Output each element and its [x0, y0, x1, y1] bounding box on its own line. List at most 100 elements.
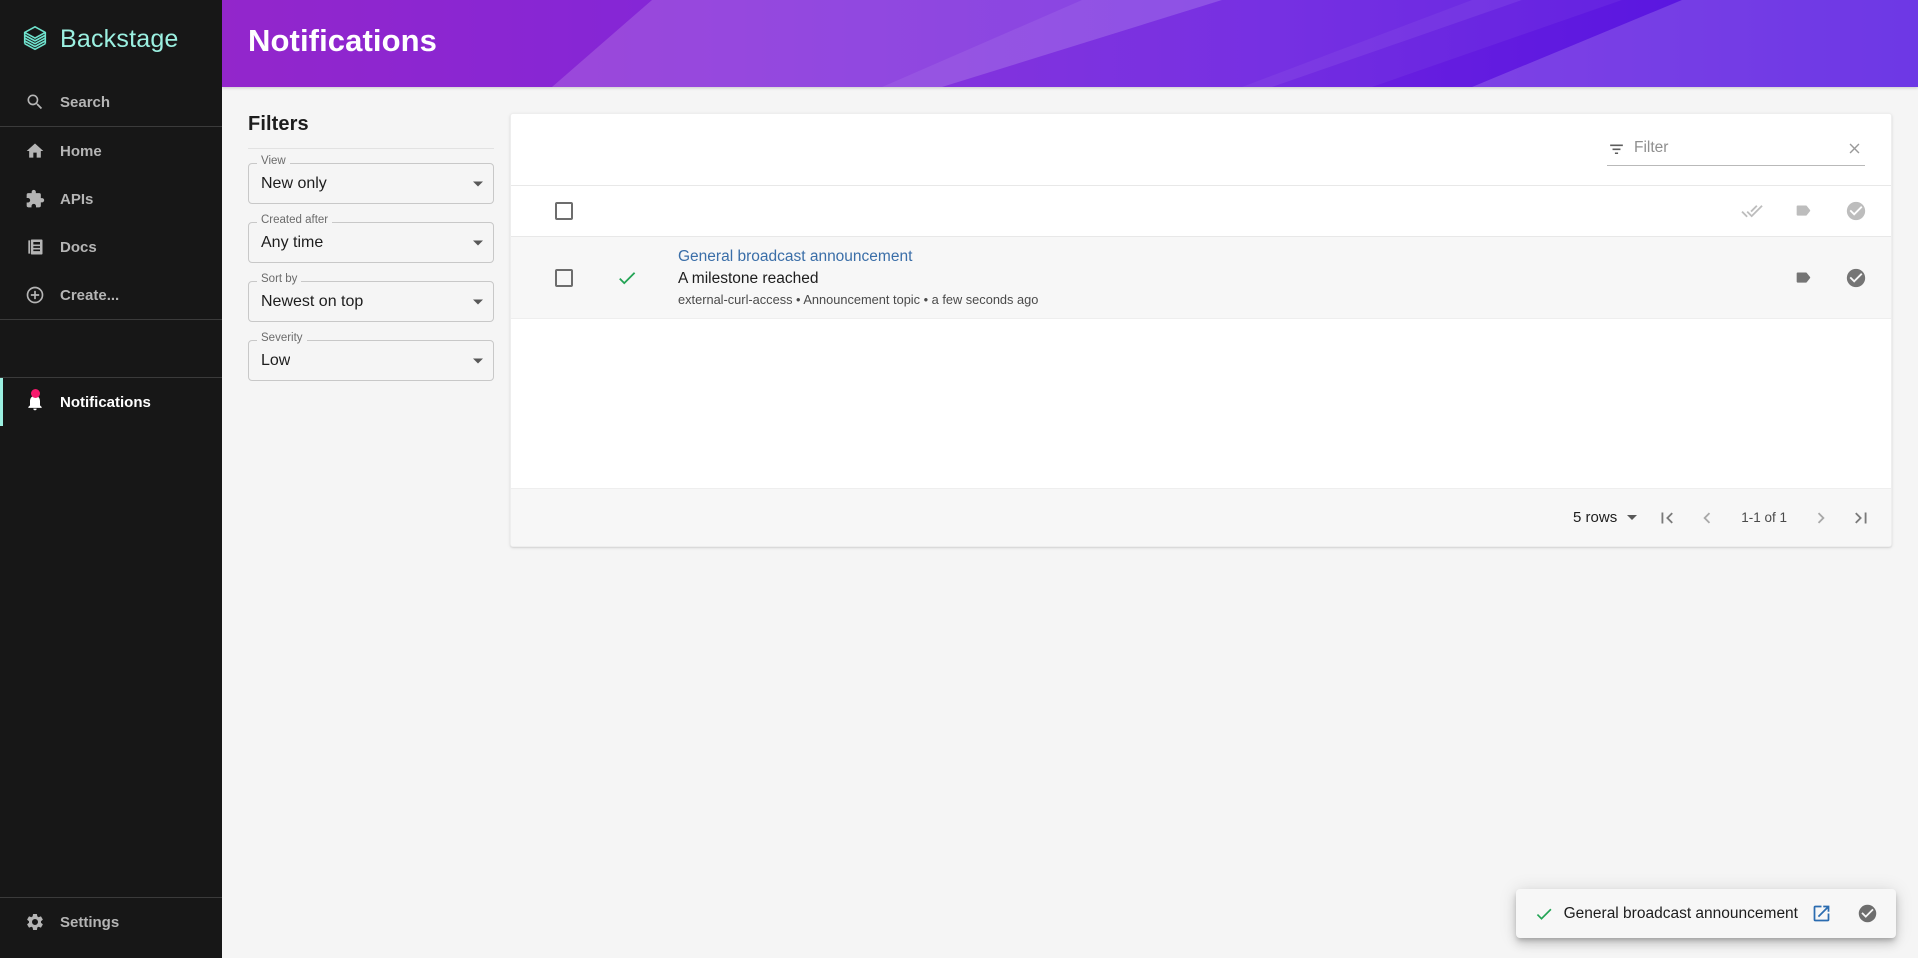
- toast-message: General broadcast announcement: [1563, 904, 1798, 922]
- content-body: Filters View New only Created after Any …: [222, 87, 1918, 958]
- next-page-button[interactable]: [1801, 498, 1841, 538]
- main-area: Notifications Filters View New only Crea…: [222, 0, 1918, 958]
- gear-icon: [24, 911, 46, 933]
- sidebar-item-label-apis: APIs: [60, 190, 94, 208]
- open-in-new-icon: [1813, 905, 1829, 922]
- brand[interactable]: Backstage: [0, 0, 222, 78]
- previous-page-button[interactable]: [1687, 498, 1727, 538]
- chevron-down-icon: [1627, 515, 1638, 520]
- filter-sort-by-select[interactable]: Newest on top: [248, 281, 494, 322]
- check-circle-icon: [1846, 268, 1866, 287]
- sidebar-item-apis[interactable]: APIs: [0, 175, 222, 223]
- sidebar-item-label-notifications: Notifications: [60, 393, 151, 411]
- last-page-button[interactable]: [1841, 498, 1881, 538]
- check-icon: [1536, 908, 1552, 920]
- notification-toast: General broadcast announcement: [1515, 889, 1896, 938]
- filters-divider: [248, 148, 494, 149]
- sidebar-item-label-docs: Docs: [60, 238, 97, 256]
- rows-per-page-select[interactable]: 5 rows: [1563, 509, 1647, 526]
- chevron-down-icon: [473, 358, 483, 363]
- sidebar-item-notifications[interactable]: Notifications: [0, 378, 222, 426]
- page-title: Notifications: [248, 23, 438, 58]
- row-select-cell: [511, 268, 616, 287]
- sidebar-item-home[interactable]: Home: [0, 127, 222, 175]
- table-header-row: [511, 185, 1891, 237]
- first-page-button[interactable]: [1647, 498, 1687, 538]
- select-all-cell: [511, 202, 616, 220]
- notifications-table-card: General broadcast announcement A milesto…: [510, 113, 1892, 547]
- filters-panel: Filters View New only Created after Any …: [248, 113, 510, 399]
- home-icon: [24, 140, 46, 162]
- mark-done-button[interactable]: [1843, 265, 1869, 291]
- first-page-icon: [1661, 512, 1674, 523]
- chevron-down-icon: [473, 299, 483, 304]
- sidebar: Backstage Search Home APIs Docs Create..…: [0, 0, 222, 958]
- notification-meta: external-curl-access • Announcement topi…: [678, 291, 1039, 307]
- filters-title: Filters: [248, 113, 309, 135]
- mark-all-read-button[interactable]: [1739, 198, 1765, 224]
- filter-severity: Severity Low: [248, 332, 494, 381]
- filter-sort-by-value: Newest on top: [261, 293, 364, 310]
- puzzle-piece-icon: [24, 188, 46, 210]
- app-root: Backstage Search Home APIs Docs Create..…: [0, 0, 1918, 958]
- filter-search-field: [1607, 133, 1865, 166]
- save-notification-button[interactable]: [1791, 265, 1817, 291]
- row-content: General broadcast announcement A milesto…: [678, 247, 1791, 308]
- page-header: Notifications: [222, 0, 1918, 87]
- notifications-badge: [31, 389, 40, 398]
- mark-all-saved-button[interactable]: [1791, 198, 1817, 224]
- sidebar-item-label-search: Search: [60, 93, 111, 111]
- sidebar-item-docs[interactable]: Docs: [0, 223, 222, 271]
- toast-actions: [1808, 901, 1880, 927]
- table-toolbar: [511, 114, 1891, 185]
- backstage-logo-icon: [23, 26, 47, 51]
- filter-created-after-select[interactable]: Any time: [248, 222, 494, 263]
- notification-description: A milestone reached: [678, 270, 819, 288]
- table-body: General broadcast announcement A milesto…: [511, 237, 1891, 488]
- sidebar-item-search[interactable]: Search: [0, 78, 222, 126]
- check-icon: [619, 271, 636, 285]
- sidebar-item-create[interactable]: Create...: [0, 271, 222, 319]
- table-pagination: 5 rows 1-1 of 1: [511, 488, 1891, 546]
- notification-title-link[interactable]: General broadcast announcement: [678, 247, 912, 266]
- chevron-down-icon: [473, 240, 483, 245]
- header-decoration: [552, 0, 1918, 87]
- done-all-icon: [1741, 205, 1763, 218]
- filter-severity-select[interactable]: Low: [248, 340, 494, 381]
- clear-filter-button[interactable]: [1843, 137, 1865, 159]
- filter-view-select[interactable]: New only: [248, 163, 494, 204]
- row-checkbox[interactable]: [554, 268, 573, 287]
- filter-created-after: Created after Any time: [248, 214, 494, 263]
- search-icon: [24, 91, 46, 113]
- filter-severity-value: Low: [261, 352, 291, 369]
- table-row[interactable]: General broadcast announcement A milesto…: [511, 237, 1891, 320]
- sidebar-settings-section: Settings: [0, 898, 222, 958]
- check-circle-icon: [1858, 904, 1876, 923]
- sidebar-primary-nav: Home APIs Docs Create...: [0, 127, 222, 319]
- sidebar-item-label-settings: Settings: [60, 913, 120, 931]
- plus-circle-icon: [24, 284, 46, 306]
- close-icon: [1849, 143, 1859, 153]
- mark-all-done-button[interactable]: [1843, 198, 1869, 224]
- brand-name: Backstage: [60, 24, 179, 53]
- select-all-checkbox[interactable]: [554, 202, 573, 220]
- tag-icon: [1796, 272, 1811, 283]
- last-page-icon: [1855, 512, 1867, 523]
- row-actions: [1791, 265, 1869, 291]
- check-circle-icon: [1846, 201, 1866, 221]
- sidebar-item-label-home: Home: [60, 142, 102, 160]
- mark-done-button[interactable]: [1854, 901, 1880, 927]
- sidebar-item-settings[interactable]: Settings: [0, 898, 222, 946]
- open-in-new-button[interactable]: [1808, 901, 1834, 927]
- sidebar-item-label-create: Create...: [60, 286, 120, 304]
- rows-per-page-value: 5 rows: [1573, 509, 1618, 526]
- filter-view-value: New only: [261, 175, 327, 192]
- page-range-label: 1-1 of 1: [1741, 510, 1787, 525]
- row-status: [616, 267, 678, 289]
- docs-icon: [24, 236, 46, 258]
- chevron-left-icon: [1703, 512, 1711, 523]
- bulk-actions: [1739, 198, 1869, 224]
- filter-search-input[interactable]: [1634, 139, 1835, 157]
